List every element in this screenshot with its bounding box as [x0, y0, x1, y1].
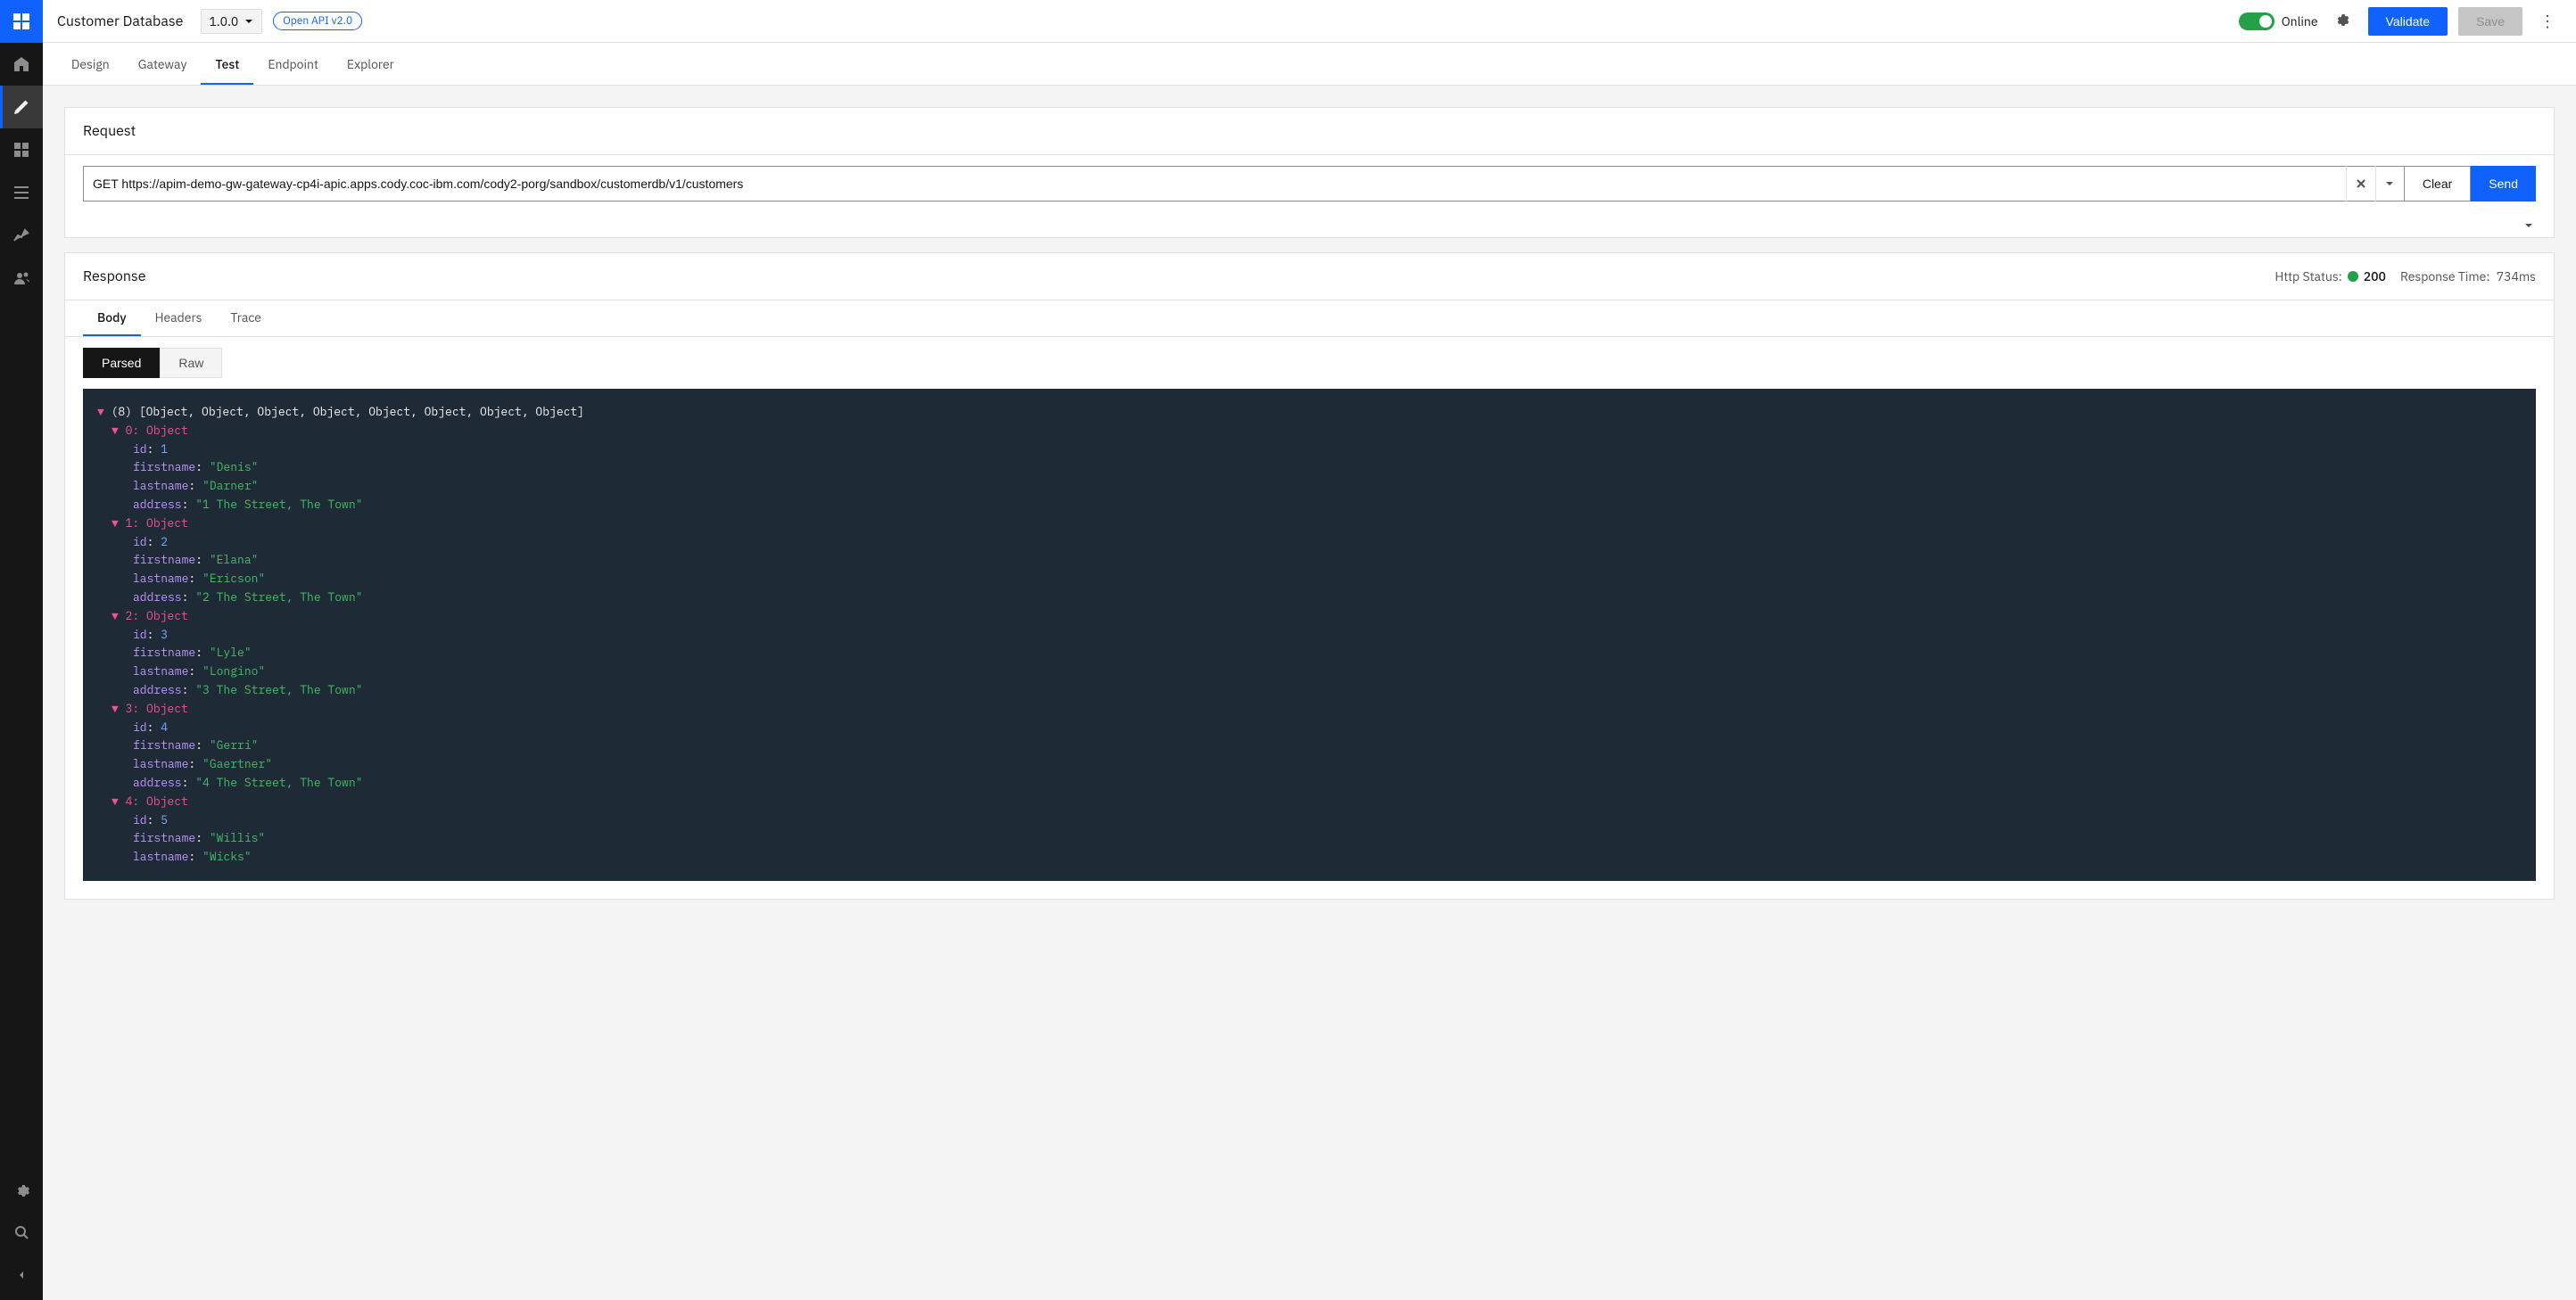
url-input-actions: [2346, 166, 2404, 202]
request-row: Clear Send: [65, 155, 2554, 212]
online-toggle: Online: [2239, 12, 2318, 30]
validate-button[interactable]: Validate: [2368, 7, 2448, 36]
collapse-item-3-icon[interactable]: ▼: [111, 701, 119, 716]
tab-explorer[interactable]: Explorer: [333, 45, 409, 85]
online-label: Online: [2282, 13, 2318, 29]
format-parsed-button[interactable]: Parsed: [83, 348, 160, 378]
collapse-item-2-icon[interactable]: ▼: [111, 608, 119, 623]
sidebar-item-edit[interactable]: [0, 86, 43, 128]
tab-test[interactable]: Test: [201, 45, 253, 85]
json-item-2: ▼ 2: Object id: 3 firstname: "Lyle" last…: [111, 607, 2522, 700]
app-logo: [0, 0, 43, 43]
collapse-item-1-icon[interactable]: ▼: [111, 515, 119, 531]
url-input-wrapper: [83, 166, 2405, 202]
sidebar-item-search[interactable]: [0, 1211, 43, 1254]
response-header: Response Http Status: 200 Response Time:…: [65, 253, 2554, 300]
send-button[interactable]: Send: [2471, 166, 2536, 202]
sidebar-bottom: [0, 1168, 43, 1300]
collapse-root-icon[interactable]: ▼: [97, 404, 104, 419]
url-input[interactable]: [84, 177, 2346, 191]
response-time-value: 734ms: [2497, 268, 2536, 284]
format-raw-button[interactable]: Raw: [160, 348, 222, 378]
open-api-badge[interactable]: Open API v2.0: [273, 12, 362, 30]
content-area: Request Clear Send: [43, 86, 2576, 1300]
main-content: Customer Database 1.0.0 Open API v2.0 On…: [43, 0, 2576, 1300]
save-button[interactable]: Save: [2458, 7, 2522, 36]
sidebar-item-list[interactable]: [0, 171, 43, 214]
sidebar-item-home[interactable]: [0, 43, 43, 86]
json-root-line: ▼ (8) [Object, Object, Object, Object, O…: [97, 403, 2522, 422]
version-label: 1.0.0: [209, 13, 238, 29]
http-status: Http Status: 200: [2275, 268, 2386, 284]
response-tab-trace[interactable]: Trace: [216, 300, 276, 336]
url-dropdown-button[interactable]: [2375, 166, 2404, 202]
expand-chevron-icon[interactable]: [2522, 216, 2536, 234]
version-selector[interactable]: 1.0.0: [201, 9, 262, 34]
sidebar-item-analytics[interactable]: [0, 214, 43, 257]
http-status-label: Http Status:: [2275, 268, 2341, 284]
response-time-label: Response Time:: [2400, 268, 2489, 284]
clear-button[interactable]: Clear: [2405, 166, 2471, 202]
response-section-title: Response: [83, 267, 145, 285]
response-tab-body[interactable]: Body: [83, 300, 141, 336]
sidebar: [0, 0, 43, 1300]
sidebar-item-settings[interactable]: [0, 1168, 43, 1211]
response-section: Response Http Status: 200 Response Time:…: [64, 252, 2555, 900]
http-status-code: 200: [2364, 268, 2386, 284]
json-item-4: ▼ 4: Object id: 5 firstname: "Willis" la…: [111, 793, 2522, 867]
json-item-0: ▼ 0: Object id: 1 firstname: "Denis" las…: [111, 422, 2522, 514]
json-output: ▼ (8) [Object, Object, Object, Object, O…: [83, 389, 2536, 881]
url-clear-icon-button[interactable]: [2347, 166, 2375, 202]
format-toggle: Parsed Raw: [83, 348, 2536, 378]
response-time: Response Time: 734ms: [2400, 268, 2536, 284]
request-section-title: Request: [65, 108, 2554, 155]
response-tabs: Body Headers Trace: [65, 300, 2554, 337]
collapse-item-4-icon[interactable]: ▼: [111, 794, 119, 809]
sidebar-collapse-button[interactable]: [0, 1254, 43, 1296]
online-switch[interactable]: [2239, 12, 2275, 30]
api-title: Customer Database: [57, 12, 183, 30]
topbar: Customer Database 1.0.0 Open API v2.0 On…: [43, 0, 2576, 43]
response-tab-headers[interactable]: Headers: [141, 300, 217, 336]
more-options-button[interactable]: ⋮: [2533, 7, 2562, 36]
request-expand-row: [65, 212, 2554, 237]
settings-gear-button[interactable]: [2329, 7, 2357, 36]
tab-design[interactable]: Design: [57, 45, 124, 85]
tab-endpoint[interactable]: Endpoint: [253, 45, 333, 85]
status-dot-icon: [2348, 271, 2358, 282]
tab-bar: Design Gateway Test Endpoint Explorer: [43, 43, 2576, 86]
request-section: Request Clear Send: [64, 107, 2555, 238]
json-item-1: ▼ 1: Object id: 2 firstname: "Elana" las…: [111, 514, 2522, 607]
collapse-item-0-icon[interactable]: ▼: [111, 423, 119, 438]
response-meta: Http Status: 200 Response Time: 734ms: [2275, 268, 2536, 284]
sidebar-item-users[interactable]: [0, 257, 43, 300]
sidebar-item-grid[interactable]: [0, 128, 43, 171]
json-item-3: ▼ 3: Object id: 4 firstname: "Gerri" las…: [111, 700, 2522, 793]
tab-gateway[interactable]: Gateway: [124, 45, 202, 85]
